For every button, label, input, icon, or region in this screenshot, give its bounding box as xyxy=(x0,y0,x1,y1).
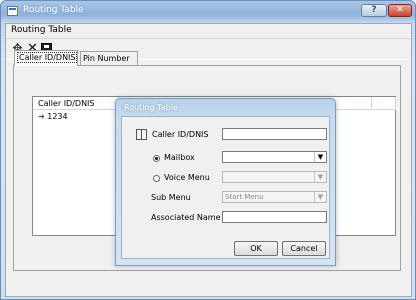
window-title: Routing Table xyxy=(23,5,84,15)
mailbox-radio[interactable] xyxy=(153,155,160,162)
sub-menu-combo[interactable]: Start Menu ▼ xyxy=(222,191,327,203)
voice-menu-combo[interactable]: ▼ xyxy=(222,171,327,183)
sub-menu-label: Sub Menu xyxy=(151,193,191,202)
tab-pin-number-label: Pin Number xyxy=(83,54,130,63)
mailbox-label: Mailbox xyxy=(164,153,195,162)
arrow-right-icon: ➜ xyxy=(38,112,45,121)
menu-bar: Routing Table xyxy=(6,24,411,37)
menu-routing-table[interactable]: Routing Table xyxy=(11,25,72,35)
voice-menu-radio[interactable] xyxy=(153,175,160,182)
tab-caller-id-label: Caller ID/DNIS xyxy=(17,52,78,63)
voice-menu-label: Voice Menu xyxy=(164,173,210,182)
row-caller-id: 1234 xyxy=(47,112,68,121)
chevron-down-icon[interactable]: ▼ xyxy=(314,152,326,162)
help-button[interactable]: ? xyxy=(361,4,387,17)
cancel-button[interactable]: Cancel xyxy=(282,241,326,256)
sub-menu-value: Start Menu xyxy=(225,193,264,201)
chevron-down-icon[interactable]: ▼ xyxy=(314,192,326,202)
dialog-title: Routing Table xyxy=(124,103,178,112)
routing-dialog: Routing Table Caller ID/DNIS Mailbox ▼ V… xyxy=(115,98,336,266)
tab-pin-number[interactable]: Pin Number xyxy=(80,51,138,65)
column-header-caller-id[interactable]: Caller ID/DNIS xyxy=(33,97,119,110)
caller-id-label: Caller ID/DNIS xyxy=(152,130,209,139)
title-bar[interactable]: Routing Table ? ✕ xyxy=(1,1,415,23)
chevron-down-icon[interactable]: ▼ xyxy=(314,172,326,182)
close-button[interactable]: ✕ xyxy=(388,4,412,17)
column-header-3[interactable] xyxy=(372,97,396,110)
associated-name-input[interactable] xyxy=(222,211,327,223)
associated-name-label: Associated Name xyxy=(151,213,221,222)
dialog-body: Caller ID/DNIS Mailbox ▼ Voice Menu ▼ Su… xyxy=(121,116,330,259)
app-icon xyxy=(7,6,18,16)
table-row[interactable]: ➜ 1234 xyxy=(33,111,68,123)
ok-button[interactable]: OK xyxy=(234,241,278,256)
mailbox-combo[interactable]: ▼ xyxy=(222,151,327,163)
caller-id-input[interactable] xyxy=(222,128,327,140)
address-book-icon[interactable] xyxy=(136,129,147,140)
tab-caller-id[interactable]: Caller ID/DNIS xyxy=(14,50,78,66)
